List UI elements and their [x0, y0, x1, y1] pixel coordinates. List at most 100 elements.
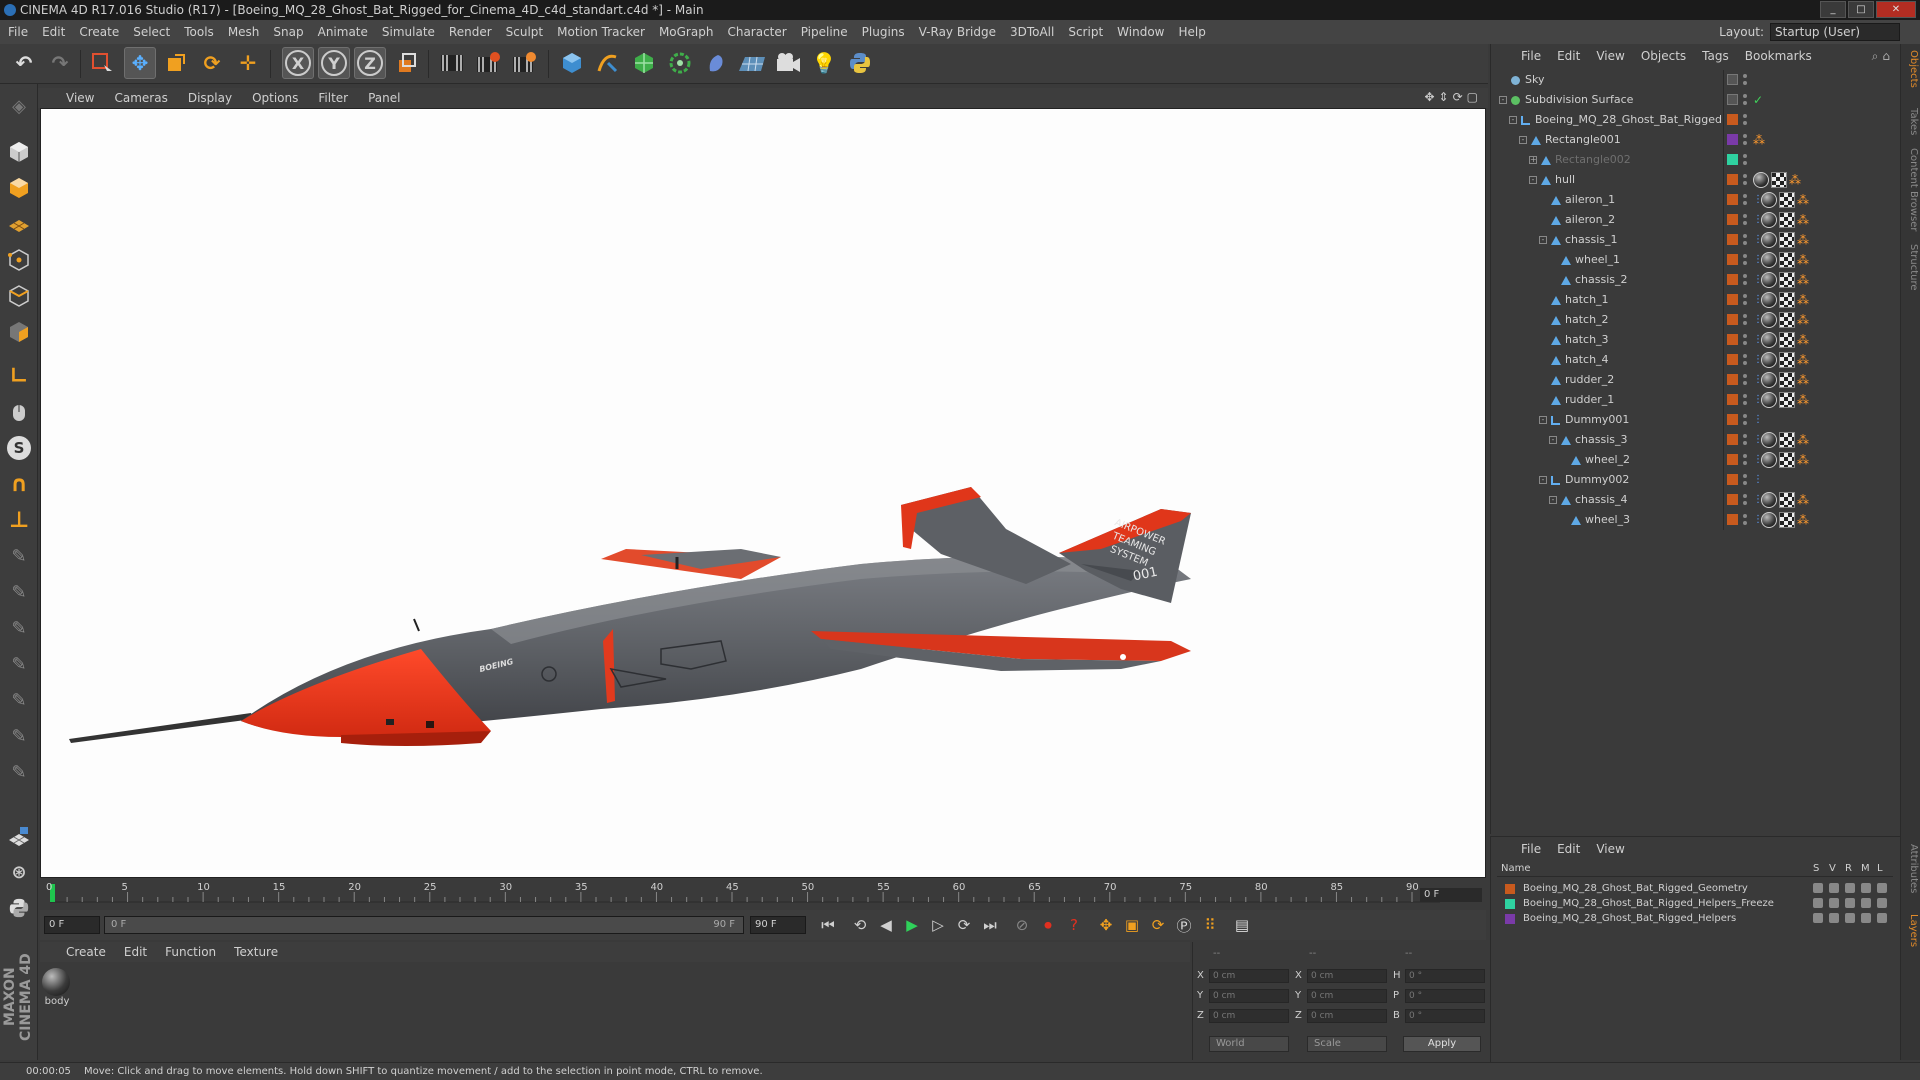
key-position-icon[interactable]: ✥ [1094, 913, 1118, 937]
object-manager-search-icon[interactable]: ⌕⌂ [1872, 49, 1894, 64]
constraint-tag-icon[interactable]: ⁂ [1797, 512, 1809, 528]
next-frame-icon[interactable]: ▷ [926, 913, 950, 937]
object-row[interactable]: - Dummy002 ⋮ [1491, 470, 1901, 490]
layer-color-swatch[interactable] [1505, 914, 1515, 924]
viewport-menu-cameras[interactable]: Cameras [114, 91, 167, 105]
size-x-field[interactable]: 0 cm [1307, 969, 1387, 983]
key-scale-icon[interactable]: ▣ [1120, 913, 1144, 937]
menu-sculpt[interactable]: Sculpt [506, 25, 543, 39]
menu-select[interactable]: Select [133, 25, 170, 39]
python-icon[interactable] [844, 47, 876, 79]
tab-layers[interactable]: Layers [1903, 914, 1919, 947]
object-row[interactable]: hatch_1 ⋮ ⁂ [1491, 290, 1901, 310]
material-tag-icon[interactable] [1761, 232, 1777, 248]
material-menu-texture[interactable]: Texture [234, 945, 278, 959]
magnet-icon[interactable]: ∩ [3, 468, 35, 500]
viewport-menu-view[interactable]: View [66, 91, 94, 105]
weight-tag-icon[interactable]: ⋮ [1753, 332, 1763, 348]
material-swatch[interactable]: body [42, 968, 72, 1007]
material-tag-icon[interactable] [1761, 452, 1777, 468]
undo-icon[interactable]: ↶ [8, 47, 40, 79]
viewport-menu-filter[interactable]: Filter [318, 91, 348, 105]
layer-color-swatch[interactable] [1727, 354, 1738, 365]
visibility-dots[interactable] [1743, 453, 1748, 467]
material-tag-icon[interactable] [1753, 172, 1769, 188]
objects-menu-file[interactable]: File [1521, 49, 1541, 63]
expand-toggle-icon[interactable]: - [1549, 436, 1557, 444]
viewport-menu-display[interactable]: Display [188, 91, 232, 105]
timeline-ruler[interactable]: 0 5 10 15 20 25 30 35 40 45 50 55 60 65 70 75 80 85 90 0 F [40, 880, 1486, 908]
layer-color-swatch[interactable] [1727, 414, 1738, 425]
constraint-tag-icon[interactable]: ⁂ [1797, 372, 1809, 388]
end-frame-field[interactable]: 90 F [750, 916, 806, 934]
uvw-tag-icon[interactable] [1779, 192, 1795, 208]
object-row[interactable]: + Rectangle002 [1491, 150, 1901, 170]
layer-color-swatch[interactable] [1727, 134, 1738, 145]
expand-toggle-icon[interactable]: - [1539, 476, 1547, 484]
constraint-tag-icon[interactable]: ⁂ [1797, 432, 1809, 448]
object-row[interactable]: hatch_4 ⋮ ⁂ [1491, 350, 1901, 370]
record-keys-icon[interactable]: ⊘ [1010, 913, 1034, 937]
viewport-menu-options[interactable]: Options [252, 91, 298, 105]
layer-manager-toggle-icon[interactable] [1861, 883, 1871, 893]
layer-color-swatch[interactable] [1727, 274, 1738, 285]
uvw-tag-icon[interactable] [1779, 392, 1795, 408]
object-row[interactable]: rudder_1 ⋮ ⁂ [1491, 390, 1901, 410]
subdivision-icon[interactable] [628, 47, 660, 79]
uvw-tag-icon[interactable] [1779, 492, 1795, 508]
uvw-tag-icon[interactable] [1779, 272, 1795, 288]
layer-color-swatch[interactable] [1727, 454, 1738, 465]
sculpt-flatten-icon[interactable]: ✎ [3, 720, 35, 752]
size-mode-dropdown[interactable]: Scale [1307, 1036, 1387, 1052]
tab-objects[interactable]: Objects [1903, 50, 1919, 88]
x-axis-lock[interactable]: X [282, 47, 314, 79]
material-tag-icon[interactable] [1761, 372, 1777, 388]
layer-lock-toggle-icon[interactable] [1877, 913, 1887, 923]
layer-color-swatch[interactable] [1727, 294, 1738, 305]
coordinate-system-icon[interactable] [390, 47, 422, 79]
expand-toggle-icon[interactable]: - [1509, 116, 1517, 124]
viewport-menu-panel[interactable]: Panel [368, 91, 400, 105]
constraint-tag-icon[interactable]: ⁂ [1797, 232, 1809, 248]
constraint-tag-icon[interactable]: ⁂ [1797, 332, 1809, 348]
constraint-tag-icon[interactable]: ⁂ [1753, 132, 1765, 148]
camera-icon[interactable] [772, 47, 804, 79]
visibility-dots[interactable] [1743, 473, 1748, 487]
constraint-tag-icon[interactable]: ⁂ [1797, 292, 1809, 308]
layer-render-toggle-icon[interactable] [1845, 898, 1855, 908]
sculpt-smooth-icon[interactable]: ✎ [3, 612, 35, 644]
visibility-dots[interactable] [1743, 213, 1748, 227]
expand-toggle-icon[interactable]: - [1539, 236, 1547, 244]
floor-icon[interactable] [736, 47, 768, 79]
layer-color-swatch[interactable] [1727, 214, 1738, 225]
goto-end-icon[interactable]: ⏭ [978, 913, 1002, 937]
weight-tag-icon[interactable]: ⋮ [1753, 252, 1763, 268]
model-mode-icon[interactable] [3, 136, 35, 168]
axis-mode-icon[interactable]: ∟ [3, 360, 35, 392]
uvw-tag-icon[interactable] [1779, 512, 1795, 528]
object-row[interactable]: wheel_3 ⋮ ⁂ [1491, 510, 1901, 530]
menu-edit[interactable]: Edit [42, 25, 65, 39]
next-key-icon[interactable]: ⟳ [952, 913, 976, 937]
quantize-icon[interactable]: ⊥ [3, 504, 35, 536]
menu-snap[interactable]: Snap [273, 25, 303, 39]
close-button[interactable]: ✕ [1876, 1, 1916, 18]
constraint-tag-icon[interactable]: ⁂ [1797, 312, 1809, 328]
minimize-button[interactable]: _ [1820, 1, 1846, 18]
material-tag-icon[interactable] [1761, 252, 1777, 268]
texture-mode-icon[interactable] [3, 172, 35, 204]
menu-create[interactable]: Create [79, 25, 119, 39]
object-row[interactable]: - chassis_1 ⋮ ⁂ [1491, 230, 1901, 250]
visibility-dots[interactable] [1743, 313, 1748, 327]
material-tag-icon[interactable] [1761, 492, 1777, 508]
layer-row[interactable]: Boeing_MQ_28_Ghost_Bat_Rigged_Geometry [1497, 881, 1893, 896]
maximize-button[interactable]: □ [1848, 1, 1874, 18]
tab-attributes[interactable]: Attributes [1903, 844, 1919, 893]
menu-mograph[interactable]: MoGraph [659, 25, 714, 39]
layer-solo-toggle-icon[interactable] [1813, 898, 1823, 908]
constraint-tag-icon[interactable]: ⁂ [1797, 272, 1809, 288]
position-x-field[interactable]: 0 cm [1209, 969, 1289, 983]
layer-row[interactable]: Boeing_MQ_28_Ghost_Bat_Rigged_Helpers_Fr… [1497, 896, 1893, 911]
visibility-dots[interactable] [1743, 253, 1748, 267]
visibility-dots[interactable] [1743, 333, 1748, 347]
